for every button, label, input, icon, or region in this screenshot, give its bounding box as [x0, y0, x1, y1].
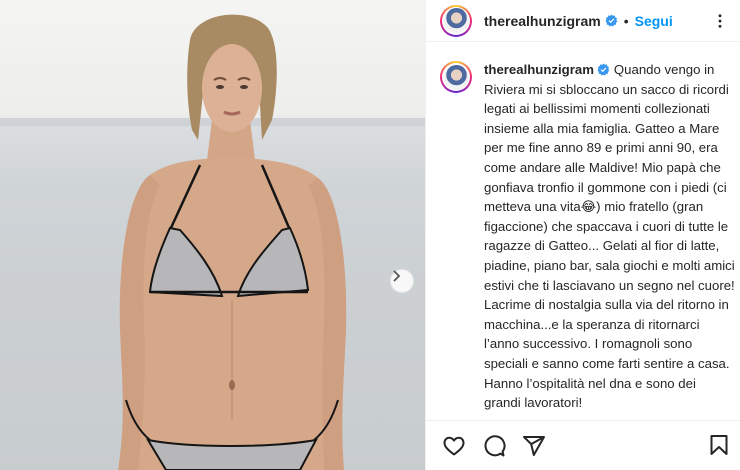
bookmark-icon[interactable] — [707, 433, 731, 457]
follow-button[interactable]: Segui — [635, 13, 673, 29]
post-photo-illustration — [0, 14, 425, 470]
post-header: therealhunzigram • Segui — [426, 0, 740, 42]
comment-icon[interactable] — [482, 434, 506, 458]
chevron-right-icon — [393, 270, 401, 282]
caption-text: Quando vengo in Riviera mi si sbloccano … — [484, 62, 735, 411]
post-photo — [0, 0, 425, 470]
caption-username[interactable]: therealhunzigram — [484, 62, 594, 77]
header-username[interactable]: therealhunzigram — [484, 13, 601, 29]
more-options-icon[interactable] — [711, 12, 729, 35]
carousel-next-button[interactable] — [390, 269, 414, 293]
caption: therealhunzigram Quando vengo in Riviera … — [484, 60, 735, 413]
avatar[interactable] — [440, 4, 472, 37]
heart-icon[interactable] — [442, 434, 466, 458]
paper-plane-icon[interactable] — [522, 434, 546, 458]
caption-avatar[interactable] — [440, 61, 472, 93]
header-separator: • — [623, 12, 629, 29]
post-side-panel: therealhunzigram • Segui therealhunzigra… — [425, 0, 740, 470]
verified-badge-icon — [597, 63, 610, 76]
post-actions-bar — [426, 420, 740, 470]
verified-badge-icon — [605, 14, 618, 27]
caption-area: therealhunzigram Quando vengo in Riviera … — [440, 60, 735, 413]
